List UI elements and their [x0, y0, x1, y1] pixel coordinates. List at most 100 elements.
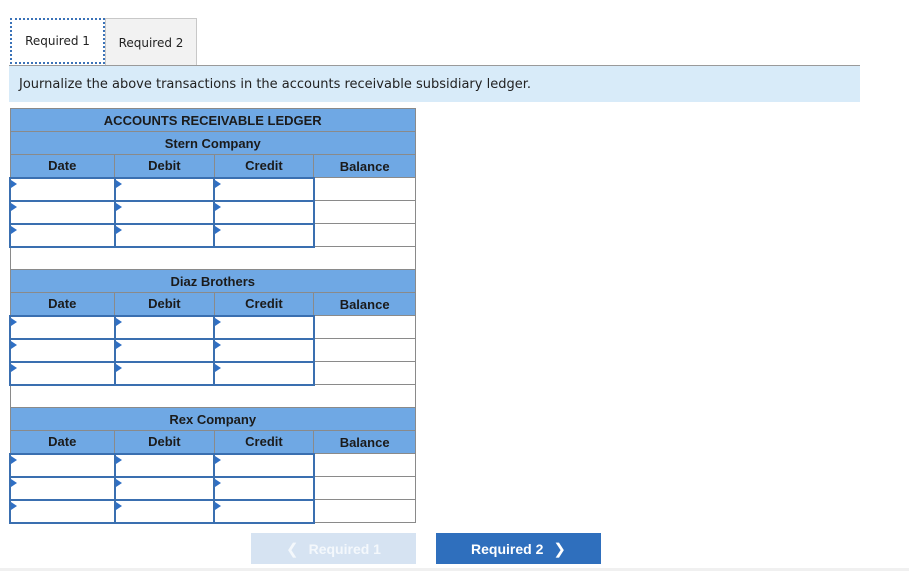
balance-cell [313, 338, 416, 362]
next-required-2-button[interactable]: Required 2 ❯ [436, 533, 601, 564]
date-input[interactable] [11, 202, 114, 222]
column-header-debit: Debit [114, 292, 215, 316]
credit-cell [213, 452, 315, 478]
debit-input[interactable] [115, 225, 214, 245]
debit-cell [113, 498, 216, 524]
date-input[interactable] [11, 478, 114, 498]
column-header-balance: Balance [313, 154, 416, 178]
next-button-label: Required 2 [471, 540, 544, 557]
column-header-row: Date Debit Credit Balance [9, 154, 416, 178]
credit-cell [213, 475, 315, 501]
dropdown-marker-icon [215, 340, 222, 349]
debit-cell [113, 475, 216, 501]
credit-cell [213, 176, 315, 202]
debit-cell [113, 337, 216, 363]
credit-input[interactable] [215, 455, 313, 475]
balance-cell [313, 177, 416, 201]
tab-required-1[interactable]: Required 1 [10, 18, 105, 64]
date-input[interactable] [11, 225, 114, 245]
dropdown-marker-icon [11, 363, 17, 372]
credit-cell [213, 199, 315, 225]
section-spacer-row [9, 384, 416, 408]
instruction-text: Journalize the above transactions in the… [19, 76, 531, 92]
column-header-row: Date Debit Credit Balance [9, 430, 416, 454]
debit-cell [113, 199, 216, 225]
accounts-receivable-ledger: ACCOUNTS RECEIVABLE LEDGER Stern Company… [9, 108, 416, 524]
dropdown-marker-icon [115, 225, 122, 234]
balance-cell [313, 223, 416, 247]
ledger-row [9, 199, 416, 225]
credit-input[interactable] [215, 179, 313, 199]
debit-input[interactable] [115, 455, 214, 475]
column-header-balance: Balance [313, 292, 416, 316]
debit-cell [113, 452, 216, 478]
dropdown-marker-icon [11, 501, 17, 510]
column-header-date: Date [9, 154, 116, 178]
debit-input[interactable] [115, 478, 214, 498]
credit-input[interactable] [215, 340, 313, 360]
tab-required-2[interactable]: Required 2 [105, 18, 197, 66]
credit-input[interactable] [215, 478, 313, 498]
debit-cell [113, 176, 216, 202]
debit-input[interactable] [115, 317, 214, 337]
debit-cell [113, 314, 216, 340]
balance-cell [313, 453, 416, 477]
credit-input[interactable] [215, 363, 313, 383]
tab-bar: Required 1 Required 2 [10, 18, 197, 66]
ledger-title: ACCOUNTS RECEIVABLE LEDGER [9, 108, 416, 132]
dropdown-marker-icon [115, 202, 122, 211]
spacer-cell [9, 246, 416, 270]
credit-cell [213, 360, 315, 386]
date-cell [9, 452, 116, 478]
date-input[interactable] [11, 455, 114, 475]
dropdown-marker-icon [11, 179, 17, 188]
date-input[interactable] [11, 501, 114, 521]
debit-cell [113, 222, 216, 248]
dropdown-marker-icon [11, 317, 17, 326]
dropdown-marker-icon [215, 225, 222, 234]
dropdown-marker-icon [115, 478, 122, 487]
ledger-row [9, 360, 416, 386]
dropdown-marker-icon [215, 501, 222, 510]
credit-input[interactable] [215, 202, 313, 222]
balance-cell [313, 499, 416, 523]
account-name: Diaz Brothers [9, 269, 416, 293]
credit-cell [213, 498, 315, 524]
date-input[interactable] [11, 340, 114, 360]
date-input[interactable] [11, 363, 114, 383]
debit-input[interactable] [115, 179, 214, 199]
debit-input[interactable] [115, 501, 214, 521]
balance-cell [313, 200, 416, 224]
date-input[interactable] [11, 317, 114, 337]
column-header-date: Date [9, 430, 116, 454]
dropdown-marker-icon [215, 179, 222, 188]
ledger-row [9, 314, 416, 340]
chevron-left-icon: ❮ [286, 540, 299, 558]
debit-cell [113, 360, 216, 386]
account-name-row: Diaz Brothers [9, 269, 416, 293]
debit-input[interactable] [115, 340, 214, 360]
date-cell [9, 475, 116, 501]
account-name: Rex Company [9, 407, 416, 431]
spacer-cell [9, 384, 416, 408]
credit-cell [213, 314, 315, 340]
column-header-credit: Credit [213, 430, 315, 454]
column-header-debit: Debit [114, 430, 215, 454]
ledger-row [9, 475, 416, 501]
debit-input[interactable] [115, 363, 214, 383]
ledger-title-row: ACCOUNTS RECEIVABLE LEDGER [9, 108, 416, 132]
credit-input[interactable] [215, 225, 313, 245]
date-input[interactable] [11, 179, 114, 199]
dropdown-marker-icon [11, 478, 17, 487]
balance-cell [313, 315, 416, 339]
dropdown-marker-icon [215, 478, 222, 487]
date-cell [9, 222, 116, 248]
credit-input[interactable] [215, 501, 313, 521]
date-cell [9, 314, 116, 340]
credit-input[interactable] [215, 317, 313, 337]
column-header-debit: Debit [114, 154, 215, 178]
debit-input[interactable] [115, 202, 214, 222]
prev-required-1-button[interactable]: ❮ Required 1 [251, 533, 416, 564]
dropdown-marker-icon [115, 317, 122, 326]
section-spacer-row [9, 246, 416, 270]
